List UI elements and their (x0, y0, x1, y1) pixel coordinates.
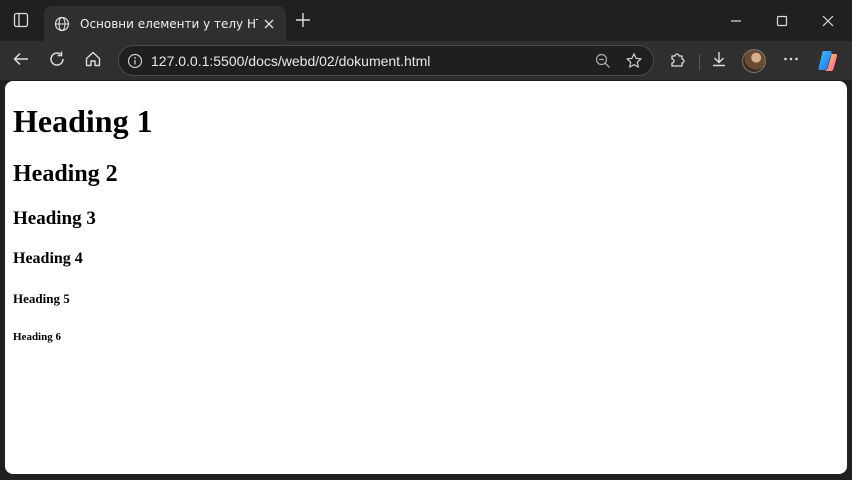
home-icon (84, 50, 102, 72)
address-bar[interactable]: 127.0.0.1:5500/docs/webd/02/dokument.htm… (118, 45, 654, 76)
copilot-button[interactable] (815, 48, 841, 74)
refresh-icon (48, 50, 66, 72)
more-icon (782, 50, 800, 72)
heading-3: Heading 3 (13, 208, 96, 229)
copilot-icon (815, 51, 841, 78)
browser-toolbar: 127.0.0.1:5500/docs/webd/02/dokument.htm… (0, 41, 852, 80)
heading-2: Heading 2 (13, 161, 118, 187)
puzzle-icon (669, 50, 687, 72)
page-viewport: Heading 1 Heading 2 Heading 3 Heading 4 … (5, 81, 847, 474)
refresh-button[interactable] (43, 47, 71, 75)
active-tab[interactable]: Основни елементи у телу HTML (44, 6, 286, 41)
back-button[interactable] (7, 47, 35, 75)
close-icon[interactable] (260, 15, 278, 33)
window-bottom-edge (0, 474, 852, 480)
tab-actions-button[interactable] (8, 9, 34, 35)
new-tab-button[interactable] (290, 9, 316, 35)
tab-title: Основни елементи у телу HTML (80, 16, 258, 31)
maximize-button[interactable] (759, 6, 805, 36)
maximize-icon (776, 12, 788, 31)
download-icon (710, 50, 728, 72)
profile-avatar[interactable] (742, 49, 766, 73)
toolbar-divider (699, 54, 700, 70)
minimize-button[interactable] (713, 6, 759, 36)
home-button[interactable] (79, 47, 107, 75)
close-window-button[interactable] (805, 6, 851, 36)
info-icon[interactable] (125, 51, 145, 71)
heading-5: Heading 5 (13, 291, 70, 306)
close-window-icon (822, 12, 834, 31)
heading-6: Heading 6 (13, 331, 61, 343)
minimize-icon (730, 12, 742, 31)
heading-1: Heading 1 (13, 103, 153, 139)
url-text[interactable]: 127.0.0.1:5500/docs/webd/02/dokument.htm… (151, 53, 430, 69)
plus-icon (295, 12, 311, 32)
title-bar: Основни елементи у телу HTML (0, 0, 852, 41)
tab-actions-icon (13, 12, 29, 32)
extensions-button[interactable] (664, 47, 692, 75)
heading-4: Heading 4 (13, 250, 83, 267)
more-button[interactable] (777, 47, 805, 75)
star-icon[interactable] (623, 50, 645, 72)
downloads-button[interactable] (705, 47, 733, 75)
back-arrow-icon (12, 50, 30, 72)
globe-icon (53, 15, 71, 33)
zoom-icon[interactable] (593, 51, 613, 71)
